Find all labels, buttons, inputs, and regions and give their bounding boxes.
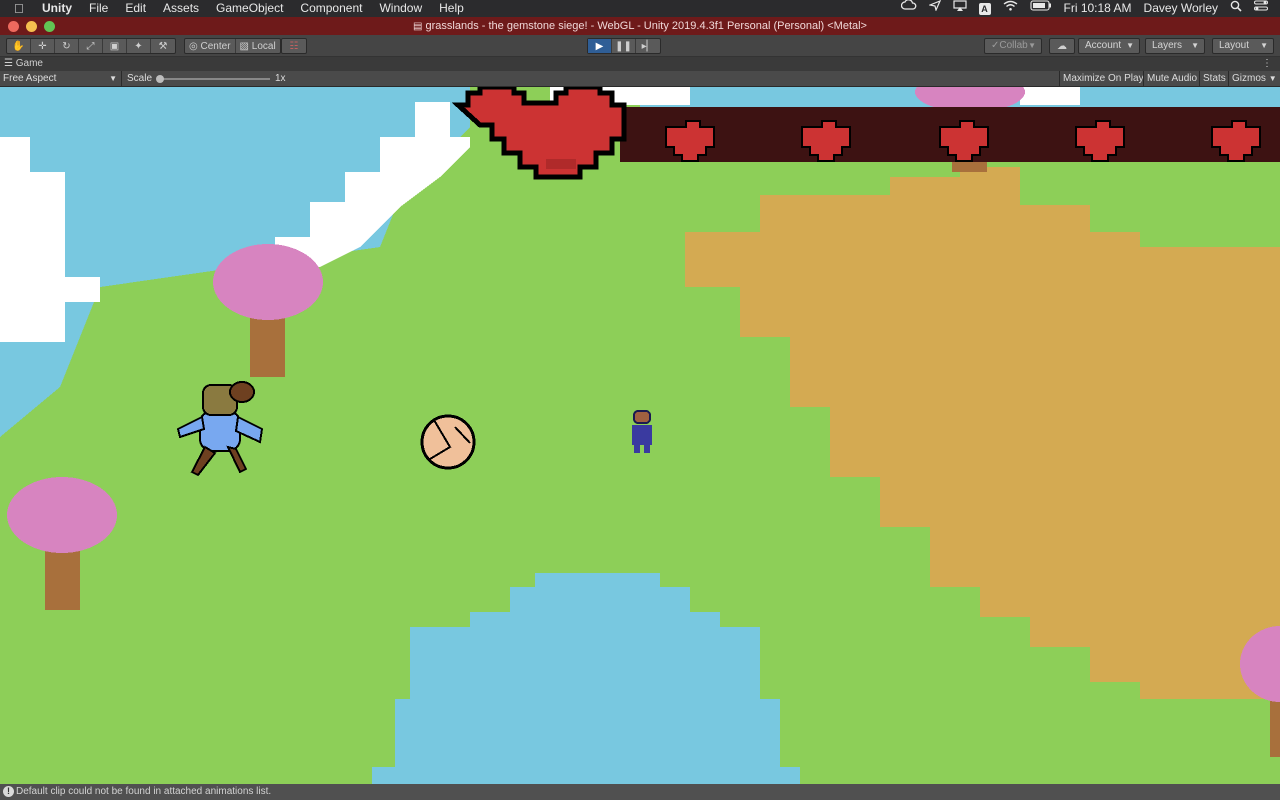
- scale-label: Scale: [127, 73, 153, 84]
- wifi-icon[interactable]: [1003, 0, 1018, 17]
- pivot-toggles: ◎ Center ▧ Local: [184, 38, 281, 54]
- menu-help[interactable]: Help: [439, 0, 464, 17]
- mute-audio-button[interactable]: Mute Audio: [1143, 71, 1200, 87]
- send-icon[interactable]: [927, 0, 941, 17]
- apple-icon[interactable]: : [14, 0, 30, 17]
- status-message: Default clip could not be found in attac…: [16, 786, 272, 797]
- custom-tool-icon[interactable]: ⚒: [151, 39, 175, 53]
- window-title: ▤ grasslands - the gemstone siege! - Web…: [413, 20, 867, 32]
- battery-icon[interactable]: [1029, 0, 1052, 17]
- water-area: [372, 573, 800, 784]
- user-name[interactable]: Davey Worley: [1144, 0, 1218, 17]
- aspect-dropdown[interactable]: Free Aspect ▼: [0, 71, 122, 87]
- chevron-down-icon: ▼: [1126, 41, 1134, 50]
- game-controller-icon: ☰: [4, 58, 13, 69]
- pivot-center-button[interactable]: ◎ Center: [185, 39, 236, 53]
- chevron-down-icon: ▼: [1191, 41, 1199, 50]
- tab-game[interactable]: ☰ Game: [4, 57, 43, 71]
- unity-doc-icon: ▤: [413, 21, 423, 32]
- gizmos-dropdown[interactable]: Gizmos ▼: [1228, 71, 1280, 87]
- transform-tool-icon[interactable]: ✦: [127, 39, 151, 53]
- window-title-bar: ▤ grasslands - the gemstone siege! - Web…: [0, 17, 1280, 35]
- menu-bar:  Unity File Edit Assets GameObject Comp…: [0, 0, 1280, 17]
- stats-button[interactable]: Stats: [1199, 71, 1229, 87]
- console-status-bar[interactable]: ! Default clip could not be found in att…: [0, 784, 1280, 800]
- peach-item: [420, 414, 476, 470]
- warning-icon: !: [3, 786, 14, 797]
- transform-tools: ✋ ✛ ↻ ⤢ ▣ ✦ ⚒: [6, 38, 176, 54]
- player-character: [632, 410, 652, 453]
- enemy-creature: [176, 381, 264, 477]
- snap-toggle: ☷: [281, 38, 307, 54]
- play-button[interactable]: ▶: [588, 39, 612, 53]
- layers-dropdown[interactable]: Layers ▼: [1145, 38, 1205, 54]
- chevron-down-icon: ▼: [109, 74, 117, 83]
- menu-assets[interactable]: Assets: [163, 0, 199, 17]
- menu-gameobject[interactable]: GameObject: [216, 0, 283, 17]
- heart-icon: [1211, 120, 1261, 162]
- clock[interactable]: Fri 10:18 AM: [1064, 0, 1132, 17]
- collab-dropdown[interactable]: ✓Collab ▼: [984, 38, 1042, 54]
- cloud: [1020, 87, 1080, 105]
- cube-icon: ▧: [239, 40, 249, 52]
- game-view-controls: Free Aspect ▼ Scale 1x Maximize On Play M…: [0, 71, 1280, 87]
- spotlight-search-icon[interactable]: [1230, 0, 1242, 18]
- more-options-icon[interactable]: ⋮: [1262, 57, 1272, 71]
- pivot-icon: ◎: [189, 40, 198, 52]
- airplay-icon[interactable]: [952, 0, 967, 17]
- control-center-icon[interactable]: [1254, 0, 1268, 17]
- chevron-down-icon: ▼: [1268, 74, 1277, 83]
- step-button[interactable]: ▸▏: [636, 39, 660, 53]
- account-dropdown[interactable]: Account ▼: [1078, 38, 1140, 54]
- hand-tool-icon[interactable]: ✋: [7, 39, 31, 53]
- heart-icon: [801, 120, 851, 162]
- sand-area: [685, 167, 1280, 699]
- playback-controls: ▶ ❚❚ ▸▏: [587, 38, 661, 54]
- creative-cloud-icon[interactable]: [900, 0, 917, 17]
- rotate-tool-icon[interactable]: ↻: [55, 39, 79, 53]
- menu-unity[interactable]: Unity: [42, 0, 72, 17]
- pause-button[interactable]: ❚❚: [612, 39, 636, 53]
- scale-value: 1x: [275, 73, 286, 84]
- cherry-blossom-tree: [7, 477, 117, 610]
- cherry-blossom-tree: [213, 244, 323, 377]
- chevron-down-icon: ▼: [1260, 41, 1268, 50]
- scale-slider-track[interactable]: [158, 78, 270, 80]
- chevron-down-icon: ▼: [1028, 41, 1036, 50]
- heart-icon: [939, 120, 989, 162]
- menu-edit[interactable]: Edit: [125, 0, 146, 17]
- big-heart-icon: [451, 87, 627, 180]
- scale-tool-icon[interactable]: ⤢: [79, 39, 103, 53]
- cloud-icon[interactable]: ☁: [1050, 39, 1074, 53]
- menu-window[interactable]: Window: [379, 0, 422, 17]
- main-toolbar: ✋ ✛ ↻ ⤢ ▣ ✦ ⚒ ◎ Center ▧ Local ☷ ▶ ❚❚ ▸▏…: [0, 35, 1280, 57]
- input-source-icon[interactable]: A: [978, 2, 991, 15]
- layout-dropdown[interactable]: Layout ▼: [1212, 38, 1274, 54]
- grid-snap-icon[interactable]: ☷: [282, 39, 306, 53]
- heart-icon: [1075, 120, 1125, 162]
- rect-tool-icon[interactable]: ▣: [103, 39, 127, 53]
- menu-component[interactable]: Component: [300, 0, 362, 17]
- heart-icon: [665, 120, 715, 162]
- game-tab-header: ☰ Game ⋮: [0, 57, 1280, 71]
- cloud-toggle: ☁: [1049, 38, 1075, 54]
- scale-slider-thumb[interactable]: [156, 75, 164, 83]
- menu-file[interactable]: File: [89, 0, 108, 17]
- game-view[interactable]: [0, 87, 1280, 784]
- pivot-local-button[interactable]: ▧ Local: [236, 39, 280, 53]
- maximize-on-play-button[interactable]: Maximize On Play: [1059, 71, 1147, 87]
- move-tool-icon[interactable]: ✛: [31, 39, 55, 53]
